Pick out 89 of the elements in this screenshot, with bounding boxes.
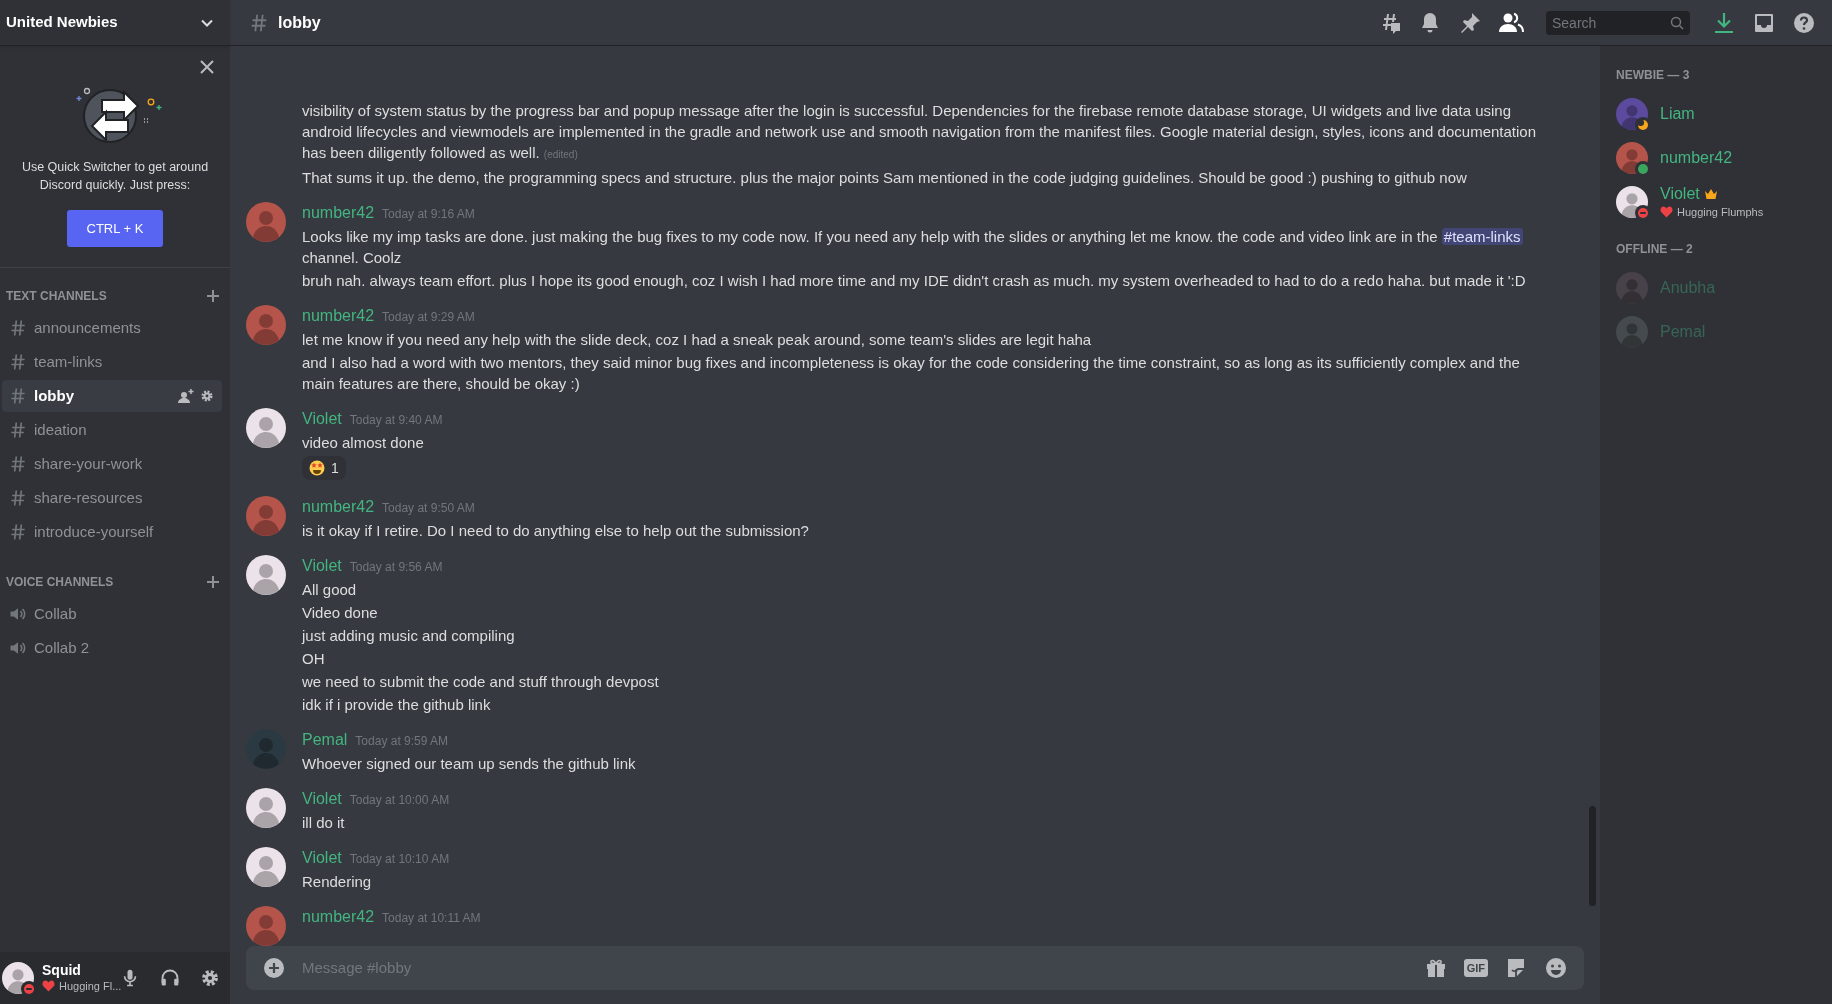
- message-text: just adding music and compiling: [302, 626, 516, 646]
- timestamp: Today at 9:40 AM: [349, 412, 443, 429]
- hashtag-icon: [8, 420, 28, 440]
- message-text: OH: [302, 649, 326, 669]
- author-name[interactable]: number42: [302, 202, 375, 224]
- channel-item[interactable]: ideation: [2, 414, 222, 446]
- heart-icon: [42, 980, 55, 992]
- hashtag-icon: [8, 488, 28, 508]
- author-name[interactable]: Violet: [302, 788, 342, 810]
- hashtag-icon: [8, 454, 28, 474]
- timestamp: Today at 9:50 AM: [382, 500, 475, 517]
- message-text: All good: [302, 580, 358, 600]
- hashtag-icon: [8, 352, 28, 372]
- author-name[interactable]: number42: [302, 305, 375, 327]
- timestamp: Today at 10:00 AM: [349, 792, 450, 809]
- timestamp: Today at 9:56 AM: [349, 559, 443, 576]
- author-name[interactable]: Pemal: [302, 729, 348, 751]
- message-text: Rendering: [302, 872, 373, 892]
- message-text: is it okay if I retire. Do I need to do anything else to help out the submission?: [302, 521, 810, 541]
- message-text: ill do it: [302, 813, 346, 833]
- shortcut-button[interactable]: CTRL + K: [67, 210, 163, 247]
- search-field[interactable]: Search: [1546, 10, 1690, 35]
- download-icon[interactable]: [1712, 10, 1736, 35]
- channel-item[interactable]: announcements: [2, 312, 222, 344]
- emoji-icon[interactable]: [1544, 956, 1568, 980]
- username: Squid: [42, 961, 82, 978]
- channel-item[interactable]: share-your-work: [2, 448, 222, 480]
- settings-icon[interactable]: [200, 968, 220, 988]
- message-text: That sums it up. the demo, the programming specs and structure. plus the major points Sam mentioned in the code judging guidelines. Should be good :) pushing to github now: [302, 168, 1468, 188]
- author-name[interactable]: Violet: [302, 555, 342, 577]
- timestamp: Today at 10:11 AM: [382, 910, 481, 927]
- timestamp: Today at 10:10 AM: [349, 851, 450, 868]
- hashtag-icon: [8, 386, 28, 406]
- message-text: and I also had a word with two mentors, they said minor bug fixes and incompleteness is okay for the code considering the time constraint, so as long as its sufficiently complex and the main features are there, should be okay :): [302, 353, 1521, 394]
- add-channel-icon[interactable]: [206, 289, 220, 303]
- author-name[interactable]: number42: [302, 496, 375, 518]
- message-text: video almost done: [302, 433, 425, 453]
- add-channel-icon[interactable]: [206, 575, 220, 589]
- server-name[interactable]: United Newbies: [6, 11, 118, 34]
- close-icon[interactable]: [200, 60, 214, 74]
- channel-item[interactable]: Collab 2: [2, 632, 222, 664]
- message-text: we need to submit the code and stuff through devpost: [302, 672, 660, 692]
- channel-item[interactable]: team-links: [2, 346, 222, 378]
- avatar[interactable]: [246, 408, 286, 448]
- heart-icon: [1660, 206, 1673, 218]
- category-header[interactable]: VOICE CHANNELS: [6, 573, 114, 591]
- member-item[interactable]: Violet Hugging Flumphs: [1616, 180, 1832, 224]
- hashtag-icon: [8, 318, 28, 338]
- channel-mention-link[interactable]: #team-links: [1441, 228, 1523, 245]
- channel-item[interactable]: share-resources: [2, 482, 222, 514]
- star-eyes-emoji-icon: [309, 460, 325, 476]
- avatar[interactable]: [246, 555, 286, 595]
- help-icon[interactable]: [1792, 10, 1816, 35]
- message-text: Whoever signed our team up sends the github link: [302, 754, 637, 774]
- timestamp: Today at 9:16 AM: [382, 206, 475, 223]
- scrollbar-thumb[interactable]: [1589, 806, 1596, 906]
- gif-button[interactable]: GIF: [1463, 959, 1488, 977]
- headphones-icon[interactable]: [160, 968, 180, 988]
- custom-status: Hugging Flumphs: [1677, 204, 1764, 220]
- custom-status: Hugging Fl...: [59, 978, 122, 994]
- reaction-button[interactable]: 1: [302, 456, 346, 480]
- channel-title: lobby: [278, 12, 322, 33]
- message-text: let me know if you need any help with the slide deck, coz I had a sneak peak around, some team's slides are legit haha: [302, 330, 1093, 350]
- channel-item[interactable]: lobby: [2, 380, 222, 412]
- member-item[interactable]: Liam: [1616, 92, 1832, 136]
- message-text: Video done: [302, 603, 379, 623]
- member-group-header: NEWBIE — 3: [1616, 67, 1691, 84]
- message-text: bruh nah. always team effort. plus I hope its good enough, coz I wish I had more time and my IDE didn't crash as much. my system overheaded to had to do a redo haha. but made it ':D: [302, 271, 1527, 291]
- search-icon: [1670, 15, 1684, 30]
- channel-item[interactable]: Collab: [2, 598, 222, 630]
- timestamp: Today at 9:59 AM: [355, 733, 449, 750]
- message-text: idk if i provide the github link: [302, 695, 492, 715]
- invite-icon[interactable]: [178, 388, 194, 404]
- avatar[interactable]: [246, 788, 286, 828]
- category-header[interactable]: TEXT CHANNELS: [6, 287, 107, 305]
- avatar[interactable]: [246, 847, 286, 887]
- members-icon[interactable]: [1498, 10, 1524, 35]
- author-name[interactable]: Violet: [302, 847, 342, 869]
- add-icon[interactable]: [262, 956, 286, 980]
- member-group-header: OFFLINE — 2: [1616, 241, 1694, 258]
- message-text: visibility of system status by the progress bar and popup message after the login is successful. Dependencies for the firebase remote database storage, UI widgets and live data using android lifecycles and viewmodels are implemented in the gradle and network use and smooth navigation from the manifest files. Google material design, styles, icons and documentation has been diligently followed as well. (edited): [302, 101, 1537, 163]
- timestamp: Today at 9:29 AM: [382, 309, 475, 326]
- quick-switcher-hint: Use Quick Switcher to get around Discord quickly. Just press:: [20, 159, 210, 194]
- hashtag-icon: [8, 522, 28, 542]
- channel-item[interactable]: introduce-yourself: [2, 516, 222, 548]
- author-name[interactable]: Violet: [302, 408, 342, 430]
- member-item[interactable]: number42: [1616, 136, 1832, 180]
- author-name[interactable]: number42: [302, 906, 375, 928]
- settings-icon[interactable]: [200, 389, 214, 403]
